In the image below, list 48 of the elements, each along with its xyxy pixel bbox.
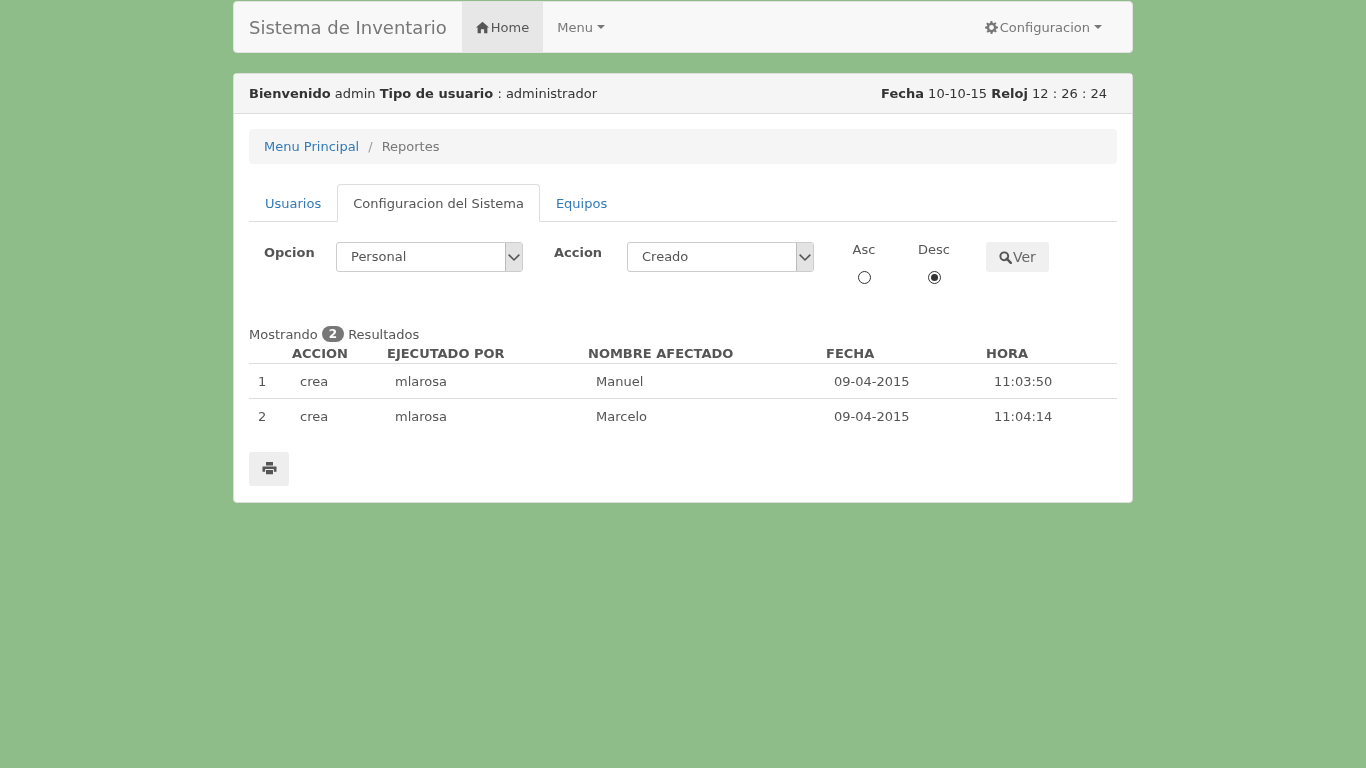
table-cell-text: mlarosa (394, 373, 448, 391)
settings-icon (984, 20, 998, 34)
home-icon (475, 20, 489, 34)
radio-label: Asc (852, 242, 876, 257)
table-cell-text: 09-04-2015 (833, 408, 911, 426)
radio-button[interactable] (857, 271, 871, 284)
dropdown-field[interactable]: Creado (627, 242, 814, 272)
date-clock-text: Fecha 10-10-15 Reloj 12 : 26 : 24 (881, 86, 1107, 101)
tab[interactable]: Equipos (539, 184, 624, 222)
radio-button[interactable] (927, 271, 941, 284)
caret-icon (1094, 25, 1102, 29)
table-cell-text: Marcelo (595, 408, 648, 426)
table-cell-text: mlarosa (394, 408, 448, 426)
tab[interactable]: Configuracion del Sistema (337, 184, 540, 222)
table-cell-text: 11:03:50 (993, 373, 1054, 391)
search-icon (999, 250, 1012, 264)
table-cell-text: crea (299, 373, 330, 391)
view-button[interactable]: Ver (986, 242, 1049, 272)
column-header: ACCION (291, 345, 349, 363)
table-cell-text: Manuel (595, 373, 645, 391)
row-number: 2 (257, 408, 268, 426)
nav-link[interactable]: Menu (543, 2, 619, 52)
column-header: NOMBRE AFECTADO (587, 345, 735, 363)
brand-title[interactable]: Sistema de Inventario (234, 2, 462, 52)
printer-icon (261, 462, 277, 476)
nav-link[interactable]: Configuracion (970, 2, 1116, 52)
breadcrumb-separator: / (368, 139, 373, 154)
breadcrumb-current: Reportes (381, 139, 440, 154)
results-text: Resultados (348, 326, 420, 342)
field-label: Opcion (264, 244, 316, 262)
breadcrumb-link[interactable]: Menu Principal (264, 139, 360, 154)
column-header: EJECUTADO POR (386, 345, 506, 363)
count-badge: 2 (321, 326, 345, 342)
print-button[interactable] (249, 452, 289, 486)
nav-link[interactable]: Home (461, 2, 544, 52)
row-number: 1 (257, 373, 268, 391)
welcome-text: Bienvenido admin Tipo de usuario : administrador (249, 86, 597, 101)
radio-label: Desc (918, 242, 950, 257)
results-text: Mostrando (249, 326, 318, 342)
dropdown-field[interactable]: Personal (336, 242, 523, 272)
field-label: Accion (554, 244, 604, 262)
caret-icon (596, 25, 605, 29)
table-cell-text: 11:04:14 (993, 408, 1054, 426)
tab[interactable]: Usuarios (249, 184, 338, 222)
column-header: HORA (985, 345, 1029, 363)
column-header: FECHA (825, 345, 876, 363)
table-cell-text: 09-04-2015 (833, 373, 911, 391)
table-cell-text: crea (299, 408, 330, 426)
